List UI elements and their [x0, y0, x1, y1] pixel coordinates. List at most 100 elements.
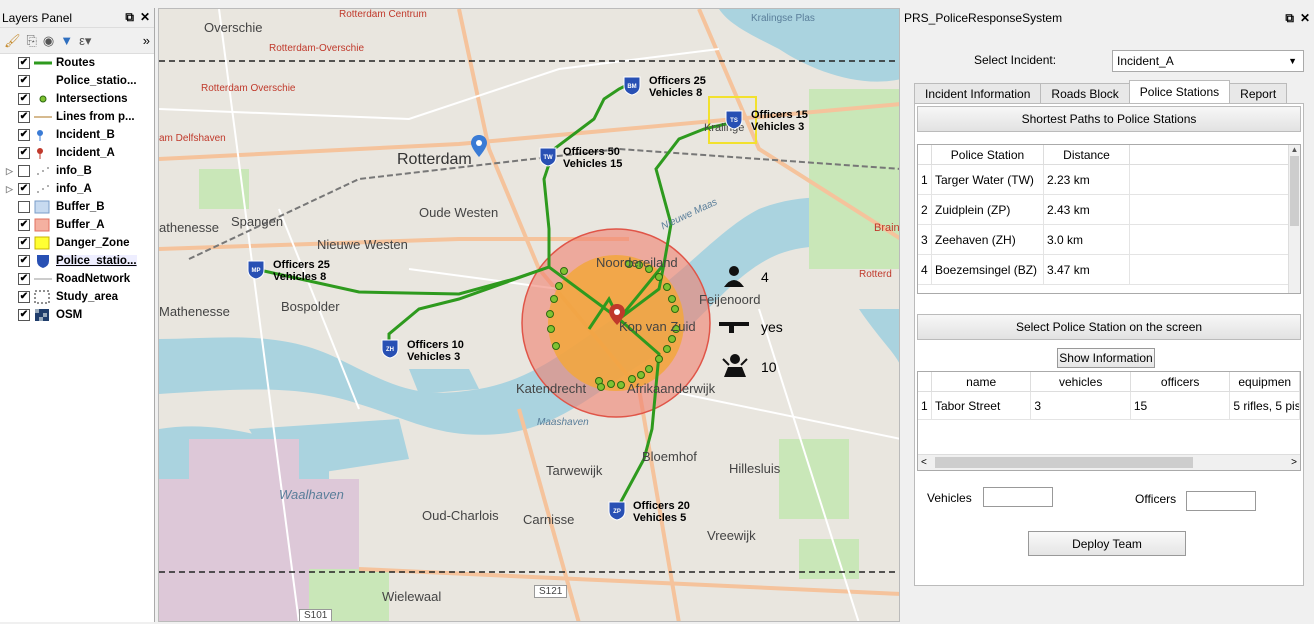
tab-report[interactable]: Report [1229, 83, 1288, 103]
filter-icon[interactable]: ▼ [60, 33, 73, 48]
layer-item[interactable]: ✔ OSM [0, 306, 154, 324]
layer-visibility-checkbox[interactable]: ✔ [18, 219, 30, 231]
layer-item[interactable]: ✔ Buffer_A [0, 216, 154, 234]
chevron-left-icon[interactable]: < [918, 457, 927, 468]
layer-item[interactable]: ✔ Police_statio... [0, 252, 154, 270]
officers-count: 25 [693, 75, 706, 87]
layer-item[interactable]: ✔ Lines from p... [0, 108, 154, 126]
deploy-team-button[interactable]: Deploy Team [1028, 531, 1186, 556]
column-header[interactable]: name [932, 372, 1032, 391]
place-label: Overschie [204, 20, 263, 35]
layer-item[interactable]: ✔ RoadNetwork [0, 270, 154, 288]
tab-roads-block[interactable]: Roads Block [1040, 83, 1130, 103]
expression-filter-icon[interactable]: ε▾ [79, 33, 91, 49]
police-station-shield-icon[interactable]: TS [725, 110, 743, 130]
show-information-button[interactable]: Show Information [1057, 348, 1155, 368]
layer-item[interactable]: ✔ Incident_B [0, 126, 154, 144]
expand-arrow-icon[interactable]: ▷ [6, 184, 18, 195]
layer-visibility-checkbox[interactable]: ✔ [18, 57, 30, 69]
layer-visibility-checkbox[interactable]: ✔ [18, 291, 30, 303]
layer-visibility-checkbox[interactable] [18, 165, 30, 177]
select-station-button[interactable]: Select Police Station on the screen [917, 314, 1301, 340]
vehicles-count: 8 [320, 271, 327, 283]
layer-visibility-checkbox[interactable]: ✔ [18, 237, 30, 249]
layer-item[interactable]: Buffer_B [0, 198, 154, 216]
police-station-shield-icon[interactable]: MP [247, 260, 265, 280]
layer-name: info_B [56, 165, 92, 177]
layer-name: Study_area [56, 291, 119, 303]
more-icon[interactable]: » [143, 33, 154, 48]
layer-item[interactable]: ✔ Routes [0, 54, 154, 72]
layer-item[interactable]: ✔ Study_area [0, 288, 154, 306]
column-header[interactable]: equipmen [1230, 372, 1300, 391]
police-station-shield-icon[interactable]: BM [623, 76, 641, 96]
layer-visibility-checkbox[interactable] [18, 201, 30, 213]
police-station-shield-icon[interactable]: TW [539, 147, 557, 167]
map-graphics [159, 9, 899, 621]
layer-item[interactable]: ✔ Incident_A [0, 144, 154, 162]
float-icon[interactable]: ⧉ [125, 10, 134, 25]
column-header[interactable]: vehicles [1031, 372, 1131, 391]
incident-select[interactable]: Incident_A ▼ [1112, 50, 1304, 72]
place-label: Tarwewijk [546, 463, 603, 478]
layer-visibility-checkbox[interactable]: ✔ [18, 273, 30, 285]
float-icon[interactable]: ⧉ [1285, 11, 1294, 26]
station-info-table: name vehicles officers equipmen 1 Tabor Stre… [917, 371, 1301, 471]
add-group-icon[interactable]: ⎘ [27, 33, 37, 49]
style-brush-icon[interactable]: 🖌 [4, 33, 21, 49]
horizontal-scrollbar[interactable]: < > [918, 454, 1300, 470]
vehicles-label: Vehicles [927, 491, 972, 505]
expand-arrow-icon[interactable]: ▷ [6, 166, 18, 177]
officers-label: Officers [649, 75, 691, 87]
station-code: BM [627, 84, 636, 90]
layer-visibility-checkbox[interactable]: ✔ [18, 129, 30, 141]
column-header[interactable] [918, 372, 932, 391]
table-row[interactable]: 3 Zeehaven (ZH) 3.0 km [918, 225, 1300, 255]
layer-item[interactable]: ▷ info_B [0, 162, 154, 180]
layer-item[interactable]: ✔ Police_statio... [0, 72, 154, 90]
close-icon[interactable]: ✕ [140, 10, 150, 25]
layer-item[interactable]: ✔ Danger_Zone [0, 234, 154, 252]
table-row[interactable]: 1 Targer Water (TW) 2.23 km [918, 165, 1300, 195]
column-header[interactable] [918, 145, 932, 164]
tab-police-stations[interactable]: Police Stations [1128, 80, 1231, 103]
layer-visibility-checkbox[interactable]: ✔ [18, 255, 30, 267]
map-canvas[interactable]: Overschie Rotterdam Oude Westen Spangen … [158, 8, 900, 622]
layer-visibility-checkbox[interactable]: ✔ [18, 111, 30, 123]
layer-visibility-checkbox[interactable]: ✔ [18, 93, 30, 105]
table-cell: Targer Water (TW) [932, 165, 1044, 194]
layer-visibility-checkbox[interactable]: ✔ [18, 75, 30, 87]
officers-count: 20 [677, 500, 690, 512]
station-code: MP [252, 268, 261, 274]
column-header[interactable]: Police Station [932, 145, 1044, 164]
layer-visibility-checkbox[interactable]: ✔ [18, 309, 30, 321]
layer-visibility-checkbox[interactable]: ✔ [18, 147, 30, 159]
layer-symbol-icon [34, 147, 52, 159]
table-row[interactable]: 2 Zuidplein (ZP) 2.43 km [918, 195, 1300, 225]
layer-name: Buffer_B [56, 201, 105, 213]
layer-item[interactable]: ✔ Intersections [0, 90, 154, 108]
vehicles-input[interactable] [983, 487, 1053, 507]
place-label: Kralingse Plas [751, 13, 815, 24]
vehicles-label: Vehicles [751, 121, 796, 133]
table-row[interactable]: 4 Boezemsingel (BZ) 3.47 km [918, 255, 1300, 285]
police-station-shield-icon[interactable]: ZH [381, 339, 399, 359]
chevron-right-icon[interactable]: > [1291, 457, 1300, 468]
column-header[interactable]: Distance [1044, 145, 1130, 164]
column-header[interactable]: officers [1131, 372, 1231, 391]
shortest-paths-button[interactable]: Shortest Paths to Police Stations [917, 106, 1301, 132]
close-icon[interactable]: ✕ [1300, 11, 1310, 26]
paths-table-scrollbar[interactable]: ▲ [1288, 145, 1300, 293]
table-cell: 3.0 km [1044, 225, 1130, 254]
tab-incident-information[interactable]: Incident Information [914, 83, 1042, 103]
police-station-shield-icon[interactable]: ZP [608, 501, 626, 521]
layer-name: Incident_B [56, 129, 115, 141]
row-number: 1 [918, 392, 932, 419]
officers-input[interactable] [1186, 491, 1256, 511]
layer-item[interactable]: ▷ ✔ info_A [0, 180, 154, 198]
layer-visibility-checkbox[interactable]: ✔ [18, 183, 30, 195]
visibility-eye-icon[interactable]: ◉ [43, 33, 54, 49]
incident-select-value: Incident_A [1117, 54, 1174, 68]
table-cell: Zuidplein (ZP) [932, 195, 1044, 224]
table-row[interactable]: 1 Tabor Street 3 15 5 rifles, 5 pis [918, 392, 1300, 420]
